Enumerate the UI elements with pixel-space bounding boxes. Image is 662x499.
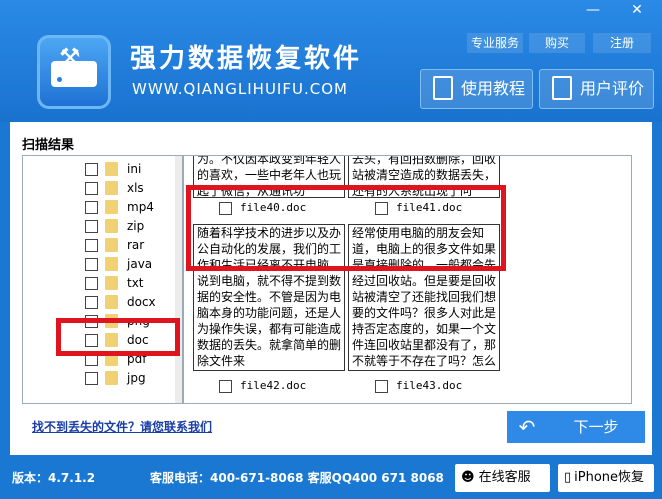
checkbox[interactable] bbox=[219, 379, 232, 393]
user-review-button[interactable]: 用户评价 bbox=[539, 69, 654, 109]
hotline-text: 客服电话：400-671-8068 客服QQ400 671 8068 bbox=[150, 471, 444, 485]
panel-title: 扫描结果 bbox=[22, 138, 75, 153]
highlight-doc bbox=[56, 318, 180, 356]
close-button[interactable]: ✕ bbox=[622, 0, 652, 20]
checkbox[interactable] bbox=[85, 258, 98, 271]
checkbox[interactable] bbox=[85, 201, 98, 214]
tree-item-txt[interactable]: txt bbox=[23, 274, 173, 293]
chat-icon bbox=[552, 76, 572, 100]
tree-item-java[interactable]: java bbox=[23, 255, 173, 274]
document-icon bbox=[433, 76, 453, 100]
app-title: 强力数据恢复软件 bbox=[130, 44, 363, 74]
folder-icon bbox=[105, 238, 118, 252]
tree-item-jpg[interactable]: jpg bbox=[23, 369, 173, 388]
app-header: — ✕ ⚒ 强力数据恢复软件 WWW.QIANGLIHUIFU.COM 专业服务… bbox=[0, 0, 662, 122]
scan-results-panel: 扫描结果 ini xls mp4 zip rar java txt docx p… bbox=[10, 122, 652, 455]
app-logo: ⚒ bbox=[37, 35, 111, 109]
file-type-tree: ini xls mp4 zip rar java txt docx png do… bbox=[22, 155, 184, 404]
tree-item-docx[interactable]: docx bbox=[23, 293, 173, 312]
folder-icon bbox=[105, 200, 118, 214]
online-service-button[interactable]: ☻ 在线客服 bbox=[455, 464, 550, 492]
file-item-file43[interactable]: file43.doc bbox=[375, 379, 462, 399]
buy-link[interactable]: 购买 bbox=[529, 33, 585, 53]
tutorial-button[interactable]: 使用教程 bbox=[420, 69, 533, 109]
back-button[interactable]: ↶ bbox=[507, 411, 547, 443]
minimize-button[interactable]: — bbox=[578, 0, 608, 20]
version-text: 版本：4.7.1.2 bbox=[12, 471, 96, 485]
tree-item-mp4[interactable]: mp4 bbox=[23, 198, 173, 217]
phone-icon: ▯ bbox=[564, 470, 572, 485]
highlight-files bbox=[186, 185, 506, 271]
checkbox[interactable] bbox=[85, 296, 98, 309]
app-website: WWW.QIANGLIHUIFU.COM bbox=[132, 80, 348, 98]
checkbox[interactable] bbox=[85, 163, 98, 176]
register-link[interactable]: 注册 bbox=[593, 33, 651, 53]
tree-item-rar[interactable]: rar bbox=[23, 236, 173, 255]
next-step-button[interactable]: 下一步 bbox=[547, 411, 645, 443]
folder-icon bbox=[105, 181, 118, 195]
iphone-recovery-button[interactable]: ▯ iPhone恢复 bbox=[558, 464, 654, 492]
tree-item-ini[interactable]: ini bbox=[23, 160, 173, 179]
checkbox[interactable] bbox=[85, 220, 98, 233]
file-item-file42[interactable]: file42.doc bbox=[219, 379, 306, 399]
folder-icon bbox=[105, 371, 118, 385]
checkbox[interactable] bbox=[375, 379, 388, 393]
folder-icon bbox=[105, 162, 118, 176]
folder-icon bbox=[105, 257, 118, 271]
tree-item-xls[interactable]: xls bbox=[23, 179, 173, 198]
checkbox[interactable] bbox=[85, 372, 98, 385]
checkbox[interactable] bbox=[85, 182, 98, 195]
folder-icon bbox=[105, 295, 118, 309]
pro-service-link[interactable]: 专业服务 bbox=[467, 33, 523, 53]
grid-scrollbar[interactable] bbox=[631, 156, 632, 403]
qq-icon: ☻ bbox=[461, 470, 475, 485]
folder-icon bbox=[105, 276, 118, 290]
hard-drive-icon bbox=[51, 61, 97, 87]
folder-icon bbox=[105, 219, 118, 233]
contact-us-link[interactable]: 找不到丢失的文件？请您联系我们 bbox=[32, 418, 212, 435]
checkbox[interactable] bbox=[85, 277, 98, 290]
tree-item-zip[interactable]: zip bbox=[23, 217, 173, 236]
checkbox[interactable] bbox=[85, 239, 98, 252]
footer-bar: 版本：4.7.1.2 客服电话：400-671-8068 客服QQ400 671… bbox=[0, 455, 662, 499]
